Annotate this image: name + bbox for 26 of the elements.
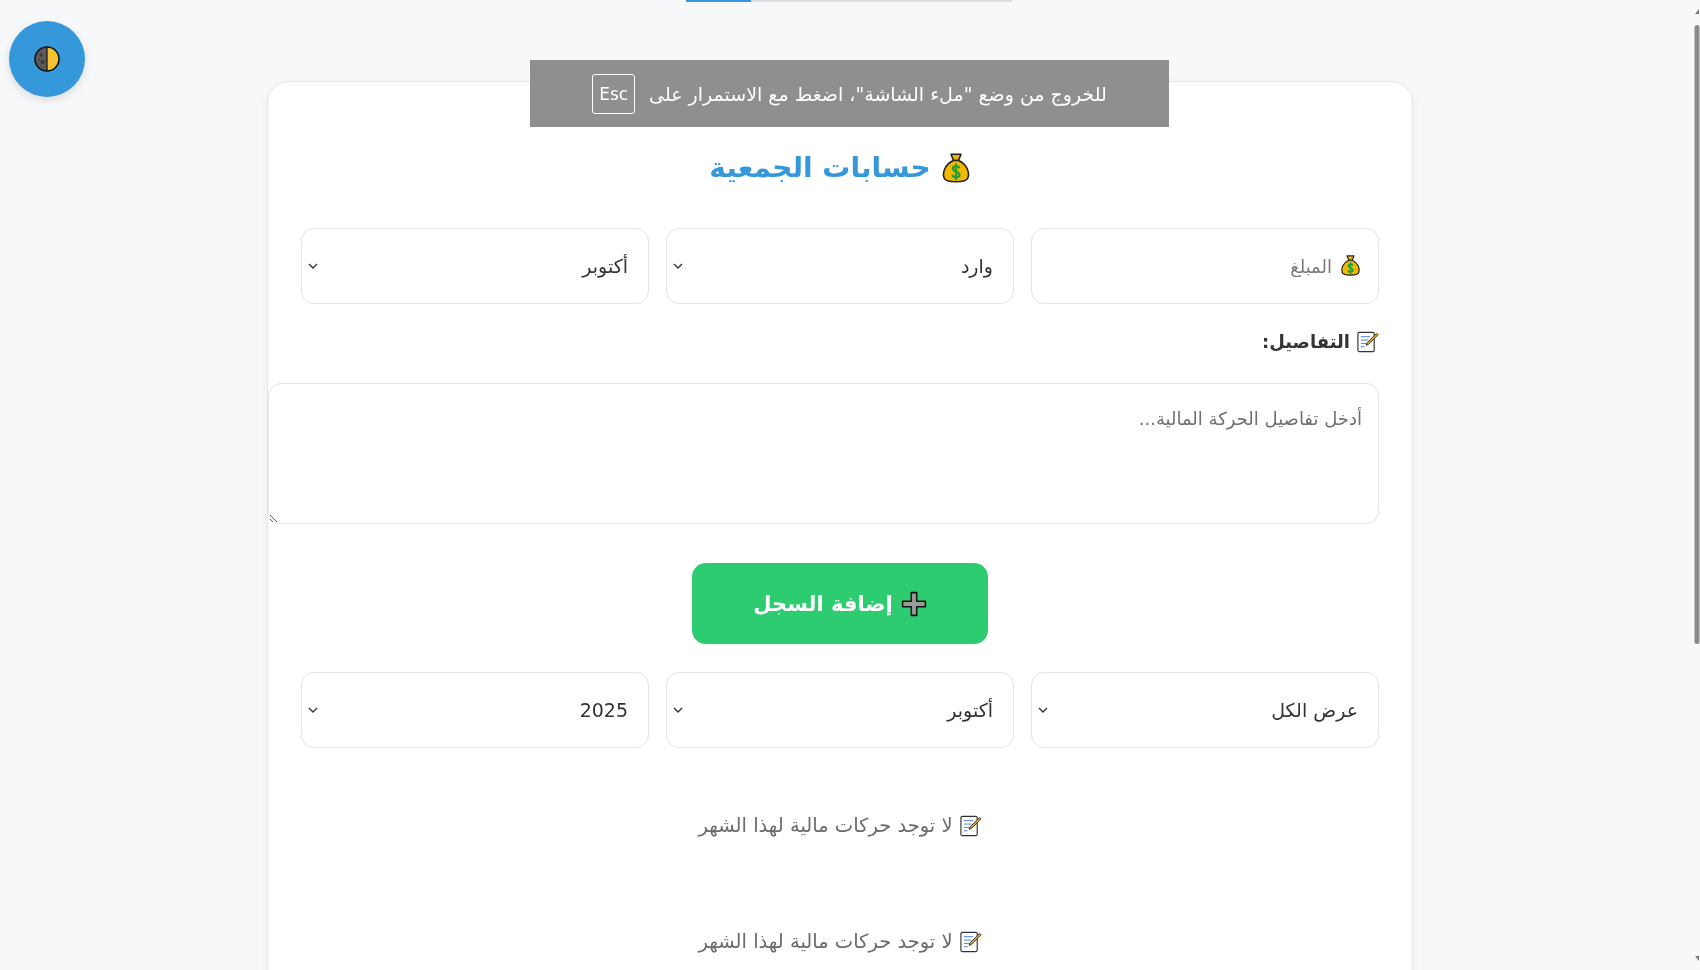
page-title: حسابات الجمعية (709, 150, 931, 186)
chevron-down-icon (308, 707, 318, 713)
empty-message: لا توجد حركات مالية لهذا الشهر (698, 813, 953, 837)
theme-toggle-button[interactable] (9, 21, 85, 97)
filter-select[interactable]: أكتوبر (666, 672, 1014, 748)
notice-text: للخروج من وضع "ملء الشاشة"، اضغط مع الاستمرار على (649, 82, 1107, 105)
money-bag-icon (1340, 254, 1361, 277)
month-select[interactable]: أكتوبر (301, 228, 649, 304)
empty-message: لا توجد حركات مالية لهذا الشهر (698, 929, 953, 953)
plus-icon (900, 590, 927, 617)
half-moon-icon (33, 45, 61, 73)
memo-icon (958, 929, 982, 953)
key-badge: Esc (592, 73, 636, 114)
filter-select[interactable]: عرض الكل (1031, 672, 1379, 748)
chevron-down-icon (1038, 707, 1048, 713)
chevron-down-icon (673, 707, 683, 713)
type-select[interactable]: وارد (666, 228, 1014, 304)
chevron-down-icon (308, 263, 318, 269)
details-textarea[interactable]: أدخل تفاصيل الحركة المالية... (268, 383, 1379, 524)
money-bag-icon (940, 151, 971, 185)
filter-select[interactable]: 2025 (301, 672, 649, 748)
memo-icon (958, 813, 982, 837)
chevron-down-icon (673, 263, 683, 269)
memo-icon (1356, 329, 1379, 353)
details-label: التفاصيل: (1262, 330, 1350, 352)
amount-input[interactable]: المبلغ (1031, 228, 1379, 304)
